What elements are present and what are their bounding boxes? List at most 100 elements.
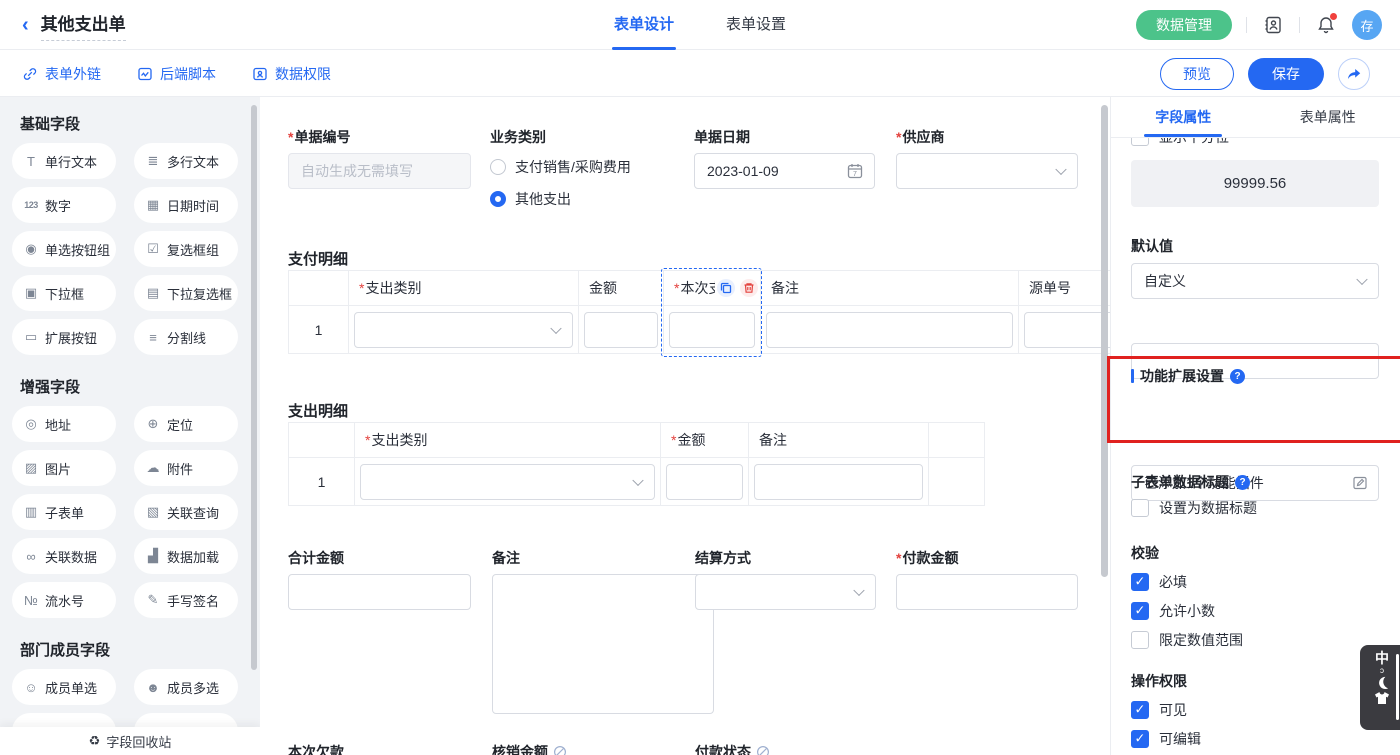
remark-textarea[interactable] (492, 574, 714, 714)
supplier-select[interactable] (896, 153, 1078, 189)
tab-field-properties[interactable]: 字段属性 (1111, 97, 1256, 137)
tab-form-design[interactable]: 表单设计 (614, 0, 674, 50)
total-amount-input[interactable] (288, 574, 471, 610)
column-header-current-pay[interactable]: 本次支 (663, 270, 760, 306)
avatar[interactable]: 存 (1352, 10, 1382, 40)
sidebar-item-single-line-text[interactable]: T单行文本 (12, 143, 116, 179)
radio-option-sales-purchase[interactable]: 支付销售/采购费用 (490, 157, 631, 177)
set-data-title-checkbox[interactable]: 设置为数据标题 (1131, 498, 1379, 518)
column-header-expense-type[interactable]: 支出类别 (348, 270, 578, 306)
calendar-icon[interactable]: 7 (846, 162, 864, 183)
moon-icon[interactable] (1375, 675, 1390, 690)
page-title: 其他支出单 (41, 10, 126, 41)
back-icon[interactable]: ‹ (22, 15, 29, 35)
sidebar-item-datetime[interactable]: ▦日期时间 (134, 187, 238, 223)
sidebar-item-number[interactable]: 123数字 (12, 187, 116, 223)
column-header-amount[interactable]: 金额 (660, 422, 748, 458)
column-header-source-no[interactable]: 源单号 (1018, 270, 1110, 306)
address-book-icon[interactable] (1261, 13, 1285, 37)
visible-checkbox[interactable]: 可见 (1131, 700, 1379, 720)
backend-script-link[interactable]: 后端脚本 (137, 64, 216, 84)
expense-detail-table: 支出类别 金额 备注 1 (288, 422, 985, 506)
default-value-label: 默认值 (1131, 236, 1379, 256)
editable-checkbox[interactable]: 可编辑 (1131, 729, 1379, 749)
sidebar-item-attachment[interactable]: ☁附件 (134, 450, 238, 486)
copy-column-icon[interactable] (717, 279, 735, 297)
sidebar-item-radio-group[interactable]: ◉单选按钮组 (12, 231, 116, 267)
form-external-link[interactable]: 表单外链 (22, 64, 101, 84)
allow-decimal-checkbox[interactable]: 允许小数 (1131, 601, 1379, 621)
translate-icon[interactable]: 中 (1375, 651, 1389, 666)
sidebar-item-checkbox-group[interactable]: ☑复选框组 (134, 231, 238, 267)
field-library-sidebar: 基础字段 T单行文本 ≣多行文本 123数字 ▦日期时间 ◉单选按钮组 ☑复选框… (0, 97, 260, 755)
save-button[interactable]: 保存 (1248, 58, 1324, 90)
required-checkbox[interactable]: 必填 (1131, 572, 1379, 592)
column-header-amount[interactable]: 金额 (578, 270, 663, 306)
column-header-remark[interactable]: 备注 (748, 422, 928, 458)
sidebar-item-address[interactable]: ◎地址 (12, 406, 116, 442)
help-icon[interactable]: ? (1235, 475, 1250, 490)
current-pay-cell[interactable] (663, 306, 760, 354)
permission-section-title: 操作权限 (1131, 671, 1379, 691)
sidebar-item-subform[interactable]: ▥子表单 (12, 494, 116, 530)
attachment-cloud-icon: ☁ (144, 460, 162, 476)
validation-section-title: 校验 (1131, 543, 1379, 563)
delete-column-icon[interactable] (740, 279, 758, 297)
settle-method-select[interactable] (695, 574, 876, 610)
pay-amount-input[interactable] (896, 574, 1078, 610)
sidebar-scrollbar[interactable] (251, 105, 257, 670)
amount-cell[interactable] (660, 458, 748, 506)
column-header-remark[interactable]: 备注 (760, 270, 1018, 306)
page-scrollbar[interactable] (1396, 654, 1399, 720)
tab-form-settings[interactable]: 表单设置 (726, 0, 786, 50)
formula-icon[interactable] (553, 745, 567, 755)
script-icon (137, 66, 153, 82)
source-no-cell[interactable] (1018, 306, 1110, 354)
notification-dot (1330, 13, 1337, 20)
share-button[interactable] (1338, 58, 1370, 90)
expense-type-cell[interactable] (354, 458, 660, 506)
sidebar-item-location[interactable]: ⊕定位 (134, 406, 238, 442)
expense-type-cell[interactable] (348, 306, 578, 354)
image-icon: ▨ (22, 460, 40, 476)
column-header-expense-type[interactable]: 支出类别 (354, 422, 660, 458)
sidebar-item-multi-line-text[interactable]: ≣多行文本 (134, 143, 238, 179)
chevron-down-icon (1356, 274, 1367, 285)
limit-range-checkbox[interactable]: 限定数值范围 (1131, 630, 1379, 650)
help-icon[interactable]: ? (1230, 369, 1245, 384)
sidebar-item-data-load[interactable]: ▟数据加载 (134, 538, 238, 574)
sidebar-item-multi-dropdown[interactable]: ▤下拉复选框 (134, 275, 238, 311)
sidebar-item-related-query[interactable]: ▧关联查询 (134, 494, 238, 530)
sidebar-item-divider[interactable]: ≡分割线 (134, 319, 238, 355)
pay-detail-table: 支出类别 金额 本次支 备注 源单号 1 (288, 270, 1110, 354)
translate-float-widget[interactable]: 中 ɔ (1360, 645, 1400, 730)
formula-icon[interactable] (756, 745, 770, 755)
recycle-icon: ♻ (89, 733, 101, 749)
sidebar-item-member-single[interactable]: ☺成员单选 (12, 669, 116, 705)
sidebar-item-member-multi[interactable]: ☻成员多选 (134, 669, 238, 705)
data-manage-button[interactable]: 数据管理 (1136, 10, 1232, 40)
preview-button[interactable]: 预览 (1160, 58, 1234, 90)
amount-cell[interactable] (578, 306, 663, 354)
radio-option-other-expense[interactable]: 其他支出 (490, 189, 571, 209)
tshirt-icon[interactable] (1374, 691, 1390, 705)
sidebar-item-dropdown[interactable]: ▣下拉框 (12, 275, 116, 311)
field-recycle-bin[interactable]: ♻ 字段回收站 (0, 727, 260, 755)
remark-cell[interactable] (748, 458, 928, 506)
sidebar-item-serial-number[interactable]: №流水号 (12, 582, 116, 618)
calendar-icon: ▦ (144, 197, 162, 213)
default-value-select[interactable]: 自定义 (1131, 263, 1379, 299)
sidebar-item-extend-button[interactable]: ▭扩展按钮 (12, 319, 116, 355)
sidebar-item-related-data[interactable]: ∞关联数据 (12, 538, 116, 574)
sidebar-item-image[interactable]: ▨图片 (12, 450, 116, 486)
multi-dropdown-icon: ▤ (144, 285, 162, 301)
data-permission-link[interactable]: 数据权限 (252, 64, 331, 84)
doc-no-input[interactable] (288, 153, 471, 189)
sidebar-item-signature[interactable]: ✎手写签名 (134, 582, 238, 618)
tab-form-properties[interactable]: 表单属性 (1256, 97, 1400, 137)
remark-cell[interactable] (760, 306, 1018, 354)
canvas-scrollbar[interactable] (1101, 105, 1108, 577)
notification-bell-icon[interactable] (1314, 13, 1338, 37)
checkbox-checked-icon (1131, 602, 1149, 620)
checkbox-checked-icon (1131, 730, 1149, 748)
